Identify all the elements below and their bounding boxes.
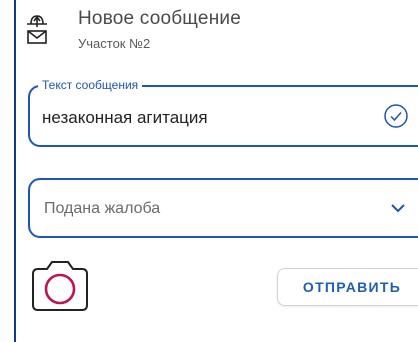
page-title: Новое сообщение [78, 8, 241, 29]
status-select-value: Подана жалоба [44, 200, 161, 217]
message-field-value[interactable]: незаконная агитация [42, 108, 208, 128]
ballot-envelope-icon [27, 15, 47, 44]
page-subtitle: Участок №2 [78, 36, 151, 51]
message-field-label: Текст сообщения [38, 78, 143, 92]
screen: Новое сообщение Участок №2 Текст сообщен… [14, 0, 418, 342]
check-circle-icon [384, 104, 408, 128]
app-header: Новое сообщение Участок №2 [16, 0, 418, 62]
camera-icon[interactable] [29, 258, 91, 314]
send-button[interactable]: ОТПРАВИТЬ [277, 268, 418, 306]
message-field[interactable]: Текст сообщения незаконная агитация [28, 78, 418, 147]
chevron-down-icon[interactable] [390, 202, 406, 214]
status-select[interactable]: Подана жалоба [28, 178, 418, 238]
